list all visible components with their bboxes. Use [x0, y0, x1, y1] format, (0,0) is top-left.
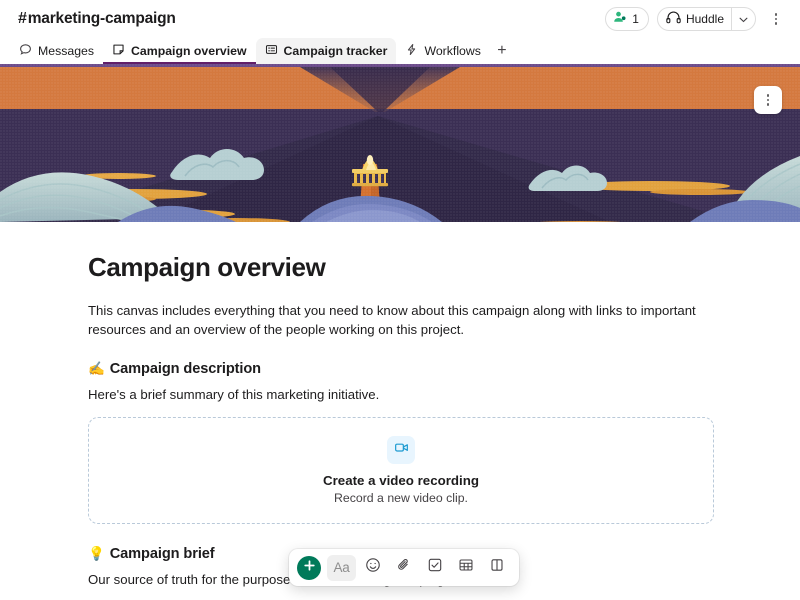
table-button[interactable]	[451, 555, 480, 581]
header-actions: 1 Huddle	[605, 7, 788, 31]
table-icon	[458, 557, 474, 578]
writing-hand-emoji: ✍️	[88, 361, 105, 377]
lighthouse-sunset-illustration	[0, 64, 800, 222]
headphones-icon	[666, 11, 681, 27]
checkbox-icon	[427, 557, 443, 578]
message-bubble-icon	[19, 43, 32, 59]
channel-title[interactable]: # marketing-campaign	[18, 10, 176, 28]
add-block-button[interactable]	[297, 555, 321, 580]
attachment-button[interactable]	[389, 555, 418, 581]
video-icon-container	[387, 436, 415, 464]
text-format-icon: Aa	[333, 560, 350, 575]
chevron-down-icon	[739, 10, 748, 28]
huddle-main[interactable]: Huddle	[658, 8, 731, 30]
huddle-label: Huddle	[685, 12, 724, 26]
channel-name: marketing-campaign	[27, 10, 176, 27]
video-card-title: Create a video recording	[323, 473, 479, 488]
tab-campaign-tracker[interactable]: Campaign tracker	[255, 38, 397, 64]
tab-messages[interactable]: Messages	[10, 38, 103, 64]
banner-more-options-button[interactable]	[754, 86, 782, 114]
canvas-document: Campaign overview This canvas includes e…	[0, 222, 800, 600]
tab-label: Messages	[38, 44, 95, 58]
tab-campaign-overview[interactable]: Campaign overview	[103, 38, 256, 64]
members-icon	[613, 10, 627, 29]
light-bulb-emoji: 💡	[88, 546, 105, 562]
channel-header: # marketing-campaign 1 Huddle	[0, 0, 800, 38]
video-camera-icon	[394, 440, 409, 460]
checklist-button[interactable]	[420, 555, 449, 581]
members-count: 1	[632, 12, 639, 26]
create-video-recording-card[interactable]: Create a video recording Record a new vi…	[88, 417, 714, 524]
lightning-bolt-icon	[405, 43, 418, 59]
canvas-floating-toolbar: Aa	[289, 549, 519, 586]
huddle-button[interactable]: Huddle	[656, 7, 756, 31]
tab-label: Campaign overview	[131, 44, 247, 58]
video-card-subtitle: Record a new video clip.	[334, 491, 468, 505]
section-heading-text: Campaign brief	[109, 546, 215, 562]
plus-icon	[303, 559, 316, 577]
paperclip-icon	[396, 557, 412, 578]
emoji-smiley-icon	[365, 557, 381, 578]
text-format-button[interactable]: Aa	[327, 554, 356, 581]
page-title: Campaign overview	[88, 252, 326, 282]
kebab-menu-icon	[766, 93, 770, 107]
tab-workflows[interactable]: Workflows	[396, 38, 489, 64]
huddle-dropdown-button[interactable]	[732, 8, 755, 30]
columns-layout-button[interactable]	[482, 555, 511, 581]
canvas-intro-paragraph: This canvas includes everything that you…	[88, 303, 696, 337]
section-heading-text: Campaign description	[109, 361, 261, 377]
tab-label: Campaign tracker	[283, 44, 388, 58]
section-heading-campaign-description: ✍️ Campaign description	[88, 361, 714, 377]
emoji-button[interactable]	[358, 555, 387, 581]
add-tab-button[interactable]: +	[490, 38, 514, 64]
kebab-menu-icon	[774, 12, 778, 26]
members-button[interactable]: 1	[605, 7, 649, 31]
hash-icon: #	[18, 10, 27, 27]
list-card-icon	[265, 43, 278, 59]
canvas-icon	[112, 43, 125, 59]
tab-label: Workflows	[424, 44, 481, 58]
columns-layout-icon	[489, 557, 505, 578]
channel-tab-bar: Messages Campaign overview Campaign trac…	[0, 38, 800, 64]
channel-more-options-button[interactable]	[764, 7, 788, 31]
channel-banner	[0, 64, 800, 222]
campaign-description-paragraph: Here's a brief summary of this marketing…	[88, 387, 380, 402]
